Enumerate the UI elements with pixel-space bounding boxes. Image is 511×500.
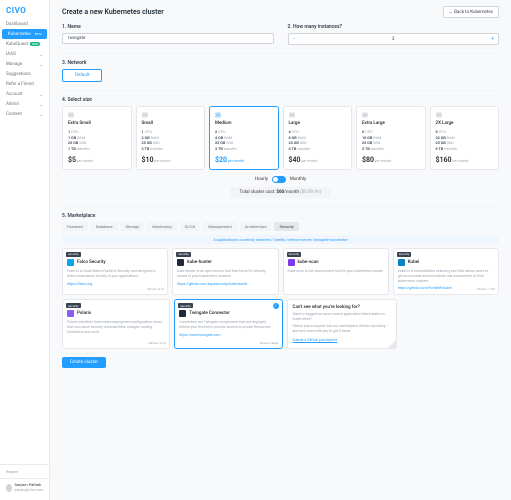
info-card: Can't see what you're looking for?Want t… — [287, 299, 397, 349]
dec-button[interactable]: − — [293, 36, 296, 42]
network-label: 3. Network — [62, 60, 499, 66]
app-icon — [179, 310, 186, 317]
server-icon — [436, 112, 442, 118]
check-icon: ✓ — [273, 303, 279, 309]
user-block[interactable]: Saiyam Pathak saiyam@civo.com — [0, 478, 49, 496]
instances-value: 3 — [301, 37, 485, 42]
size-small[interactable]: Small 1 CPU 2 GB RAM 25 GB SSD 2 TB tran… — [136, 106, 206, 170]
tab-management[interactable]: Management — [203, 222, 237, 231]
nav-kubequest[interactable]: KubeQuest NEW — [0, 39, 49, 49]
nav-refer[interactable]: Refer a Friend — [0, 79, 49, 89]
github-link[interactable]: Submit a GitHub pull request — [293, 338, 338, 342]
app-kubei[interactable]: security Kubei Kubei is a vulnerabilitie… — [393, 248, 499, 296]
app-kube-hunter[interactable]: security kube-hunter kube-hunter is an o… — [172, 248, 278, 296]
create-cluster-button[interactable]: Create cluster — [62, 357, 106, 368]
app-icon — [288, 259, 295, 266]
size-label: 4. Select size — [62, 97, 499, 103]
server-icon — [289, 112, 295, 118]
size-medium[interactable]: Medium 2 CPU 4 GB RAM 25 GB SSD 3 TB tra… — [209, 106, 279, 170]
tab-storage[interactable]: Storage — [121, 222, 145, 231]
size-large[interactable]: Large 4 CPU 8 GB RAM 25 GB SSD 4 TB tran… — [283, 106, 353, 170]
region-label: Region — [0, 464, 49, 478]
nav-dashboard[interactable]: Dashboard — [0, 19, 49, 29]
tab-ci/cd[interactable]: CI/CD — [180, 222, 201, 231]
app-icon — [177, 259, 184, 266]
sidebar: CIVO Dashboard Kubernetes BETA KubeQuest… — [0, 0, 50, 500]
avatar — [6, 484, 12, 492]
tab-featured[interactable]: Featured — [62, 222, 88, 231]
app-twingate-connector[interactable]: security ✓ Twingate Connector Connectors… — [174, 299, 282, 349]
tab-database[interactable]: Database — [91, 222, 118, 231]
app-falco-security[interactable]: security Falco Security Falco is a Cloud… — [62, 248, 168, 296]
nav-admin[interactable]: Admin⌄ — [0, 99, 49, 109]
nav-account[interactable]: Account⌄ — [0, 89, 49, 99]
name-input[interactable] — [62, 33, 274, 44]
nav-kubernetes[interactable]: Kubernetes BETA — [2, 29, 47, 39]
billing-hourly: Hourly — [255, 177, 268, 182]
app-icon — [67, 259, 74, 266]
instances-stepper[interactable]: − 3 + — [288, 33, 500, 45]
size-extra-large[interactable]: Extra Large 6 CPU 16 GB RAM 25 GB SSD 5 … — [356, 106, 426, 170]
logo: CIVO — [0, 4, 49, 19]
instances-label: 2. How many instances? — [288, 24, 500, 30]
nav-suggestions[interactable]: Suggestions — [0, 69, 49, 79]
network-default-button[interactable]: Default — [62, 69, 102, 82]
size-2x-large[interactable]: 2X Large 8 CPU 32 GB RAM 25 GB SSD 6 TB … — [430, 106, 500, 170]
selection-banner: 3 applications currently selected: Traef… — [62, 235, 499, 244]
billing-toggle[interactable] — [272, 176, 286, 183]
billing-monthly: Monthly — [290, 177, 306, 182]
nav-content[interactable]: Content⌄ — [0, 109, 49, 119]
back-button[interactable]: ← Back to Kubernetes — [443, 6, 499, 18]
app-kube-scan[interactable]: security kube-scan Kube-scan is risk ass… — [283, 248, 389, 296]
name-label: 1. Name — [62, 24, 274, 30]
server-icon — [215, 112, 221, 118]
main-content: Create a new Kubernetes cluster ← Back t… — [50, 0, 511, 500]
nav-iaas[interactable]: IAAS⌄ — [0, 49, 49, 59]
server-icon — [142, 112, 148, 118]
page-title: Create a new Kubernetes cluster — [62, 8, 164, 16]
server-icon — [68, 112, 74, 118]
total-cost: Total cluster cost: $60/month ($0.09 /hr… — [230, 187, 332, 198]
tab-security[interactable]: Security — [274, 222, 298, 231]
app-polaris[interactable]: security Polaris Polaris identifies Kube… — [62, 299, 170, 349]
tab-architecture[interactable]: Architecture — [240, 222, 272, 231]
marketplace-label: 5. Marketplace — [62, 213, 499, 219]
app-icon — [398, 259, 405, 266]
size-extra-small[interactable]: Extra Small 1 CPU 1 GB RAM 25 GB SSD 1 T… — [62, 106, 132, 170]
server-icon — [362, 112, 368, 118]
tab-monitoring[interactable]: Monitoring — [147, 222, 176, 231]
app-icon — [67, 310, 74, 317]
nav-manage[interactable]: Manage⌄ — [0, 59, 49, 69]
user-email: saiyam@civo.com — [15, 488, 43, 492]
inc-button[interactable]: + — [491, 36, 494, 42]
